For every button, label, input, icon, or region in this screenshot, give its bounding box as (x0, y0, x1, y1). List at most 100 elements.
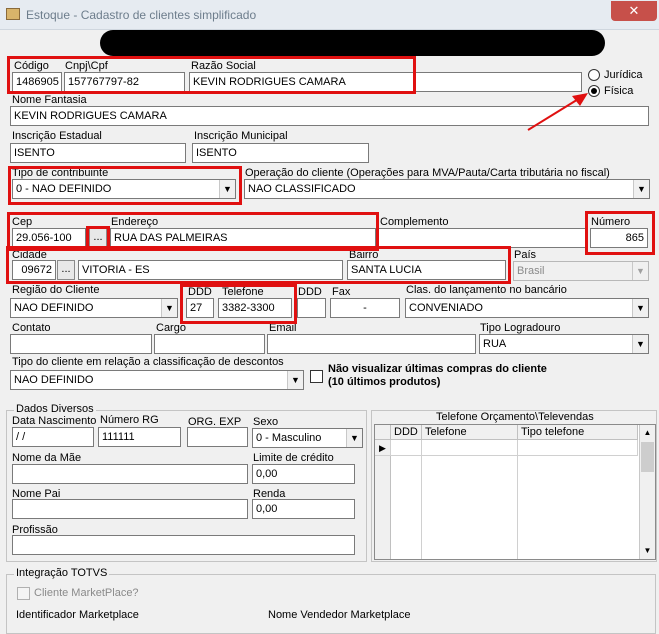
cargo-field[interactable] (154, 334, 265, 354)
sexo-select[interactable]: 0 - Masculino ▼ (252, 428, 363, 448)
cidade-field[interactable]: VITORIA - ES (78, 260, 343, 280)
sexo-value: 0 - Masculino (256, 432, 322, 444)
window-title: Estoque - Cadastro de clientes simplific… (26, 8, 257, 22)
radio-fisica-label: Física (604, 85, 634, 97)
im-label: Inscrição Municipal (194, 130, 288, 142)
chevron-down-icon[interactable]: ▼ (632, 335, 648, 353)
cnpj-label: Cnpj\Cpf (65, 60, 108, 72)
grid-scrollbar[interactable]: ▲ ▼ (639, 425, 655, 559)
profissao-field[interactable] (12, 535, 355, 555)
nasc-label: Data Nascimento (12, 415, 97, 427)
tipo-contrib-select[interactable]: 0 - NAO DEFINIDO ▼ (12, 179, 236, 199)
fax-field[interactable]: - (330, 298, 400, 318)
tipo-contrib-label: Tipo de contribuinte (12, 167, 109, 179)
chevron-down-icon[interactable]: ▼ (633, 180, 649, 198)
operacao-select[interactable]: NAO CLASSIFICADO ▼ (244, 179, 650, 199)
rg-field[interactable]: 111111 (98, 427, 181, 447)
grid-cell[interactable] (422, 440, 518, 456)
pai-field[interactable] (12, 499, 248, 519)
grid-header-telefone[interactable]: Telefone (422, 425, 518, 440)
annotation-arrow-icon (527, 93, 588, 131)
telefones-grid[interactable]: DDD Telefone Tipo telefone ▶ ▲ ▼ (374, 424, 656, 560)
tipo-contrib-value: 0 - NAO DEFINIDO (16, 183, 112, 195)
tipo-desc-select[interactable]: NAO DEFINIDO ▼ (10, 370, 304, 390)
chevron-down-icon[interactable]: ▼ (346, 429, 362, 447)
telefone-label: Telefone (222, 286, 264, 298)
cep-field[interactable]: 29.056-100 (12, 228, 86, 248)
app-icon (6, 8, 20, 20)
cep-label: Cep (12, 216, 33, 228)
grid-cell[interactable] (518, 440, 638, 456)
chevron-down-icon[interactable]: ▼ (219, 180, 235, 198)
contato-label: Contato (12, 322, 51, 334)
im-field[interactable]: ISENTO (192, 143, 369, 163)
bairro-field[interactable]: SANTA LUCIA (347, 260, 506, 280)
ddd-field[interactable]: 27 (186, 298, 214, 318)
cidade-cod-field[interactable]: 09672 (12, 260, 56, 280)
grid-indicator-column (375, 456, 391, 559)
operacao-label: Operação do cliente (Operações para MVA/… (245, 167, 610, 179)
marketplace-checkbox[interactable] (17, 587, 30, 600)
mae-field[interactable] (12, 464, 248, 484)
ie-field[interactable]: ISENTO (10, 143, 186, 163)
redaction-bar (100, 30, 605, 56)
clas-select[interactable]: CONVENIADO ▼ (405, 298, 649, 318)
dados-diversos-title: Dados Diversos (14, 403, 96, 415)
fax-label: Fax (332, 286, 351, 298)
close-button[interactable]: ✕ (611, 1, 657, 21)
grid-corner (375, 425, 391, 440)
mae-label: Nome da Mãe (12, 452, 82, 464)
radio-juridica-label: Jurídica (604, 69, 643, 81)
logradouro-select[interactable]: RUA ▼ (479, 334, 649, 354)
org-field[interactable] (187, 427, 248, 447)
ddd2-field[interactable] (297, 298, 326, 318)
logradouro-value: RUA (483, 338, 507, 350)
chevron-down-icon[interactable]: ▼ (161, 299, 177, 317)
scroll-thumb[interactable] (641, 442, 654, 472)
ddd2-label: DDD (298, 286, 322, 298)
identificador-label: Identificador Marketplace (16, 609, 139, 621)
codigo-field[interactable]: 1486905 (12, 72, 62, 92)
numero-field[interactable]: 865 (590, 228, 648, 248)
tipo-desc-label: Tipo do cliente em relação a classificaç… (12, 356, 284, 368)
chevron-down-icon[interactable]: ▼ (287, 371, 303, 389)
regiao-label: Região do Cliente (12, 284, 100, 296)
numero-label: Número (591, 216, 631, 228)
cidade-search-button[interactable]: ... (57, 260, 75, 280)
complemento-field[interactable] (378, 228, 586, 248)
grid-header-ddd[interactable]: DDD (391, 425, 422, 440)
limite-label: Limite de crédito (253, 452, 334, 464)
scroll-down-icon[interactable]: ▼ (640, 543, 655, 559)
email-field[interactable] (267, 334, 476, 354)
chevron-down-icon[interactable]: ▼ (632, 299, 648, 317)
cnpj-field[interactable]: 157767797-82 (64, 72, 185, 92)
nao-visualizar-checkbox[interactable] (310, 370, 323, 383)
telefones-title: Telefone Orçamento\Televendas (436, 411, 594, 423)
fantasia-label: Nome Fantasia (12, 94, 87, 106)
grid-cell[interactable] (391, 440, 422, 456)
nasc-field[interactable]: / / (12, 427, 94, 447)
renda-field[interactable]: 0,00 (252, 499, 355, 519)
operacao-value: NAO CLASSIFICADO (248, 183, 356, 195)
chevron-down-icon: ▼ (632, 262, 648, 280)
marketplace-label: Cliente MarketPlace? (34, 587, 139, 599)
pais-select: Brasil ▼ (513, 261, 649, 281)
sexo-label: Sexo (253, 416, 279, 428)
grid-column-line (422, 456, 518, 559)
cep-search-button[interactable]: ... (89, 228, 107, 248)
nao-visualizar-label: Não visualizar últimas compras do client… (328, 363, 547, 375)
grid-header-tipo[interactable]: Tipo telefone (518, 425, 638, 440)
logradouro-label: Tipo Logradouro (480, 322, 561, 334)
endereco-field[interactable]: RUA DAS PALMEIRAS (110, 228, 376, 248)
title-bar: Estoque - Cadastro de clientes simplific… (0, 0, 659, 30)
regiao-select[interactable]: NAO DEFINIDO ▼ (10, 298, 178, 318)
vendedor-label: Nome Vendedor Marketplace (268, 609, 411, 621)
scroll-up-icon[interactable]: ▲ (640, 425, 655, 441)
ie-label: Inscrição Estadual (12, 130, 102, 142)
contato-field[interactable] (10, 334, 152, 354)
limite-field[interactable]: 0,00 (252, 464, 355, 484)
radio-juridica[interactable] (588, 69, 600, 81)
pais-label: País (514, 249, 537, 261)
complemento-label: Complemento (380, 216, 449, 228)
telefone-field[interactable]: 3382-3300 (218, 298, 292, 318)
